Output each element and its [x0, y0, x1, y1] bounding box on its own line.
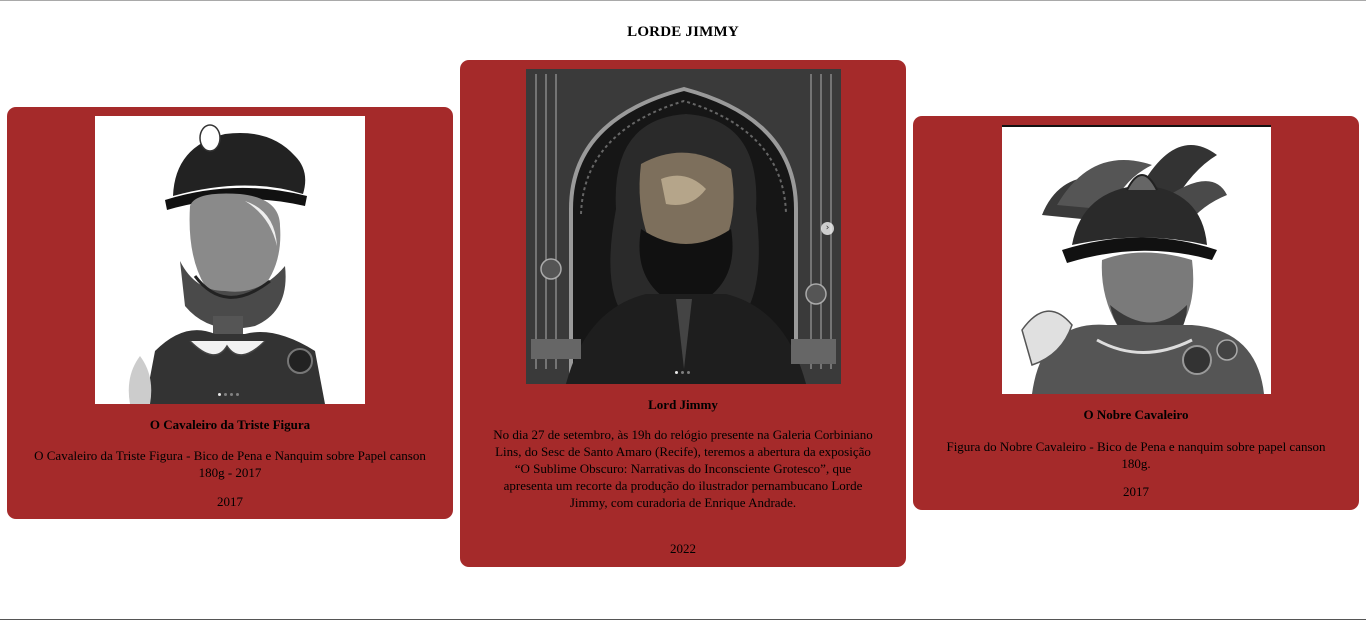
- carousel-dot[interactable]: [675, 371, 678, 374]
- card-year: 2017: [1123, 484, 1149, 499]
- card-year: 2022: [670, 541, 696, 556]
- card-description: Figura do Nobre Cavaleiro - Bico de Pena…: [946, 439, 1326, 471]
- carousel-next-button[interactable]: ›: [821, 222, 834, 235]
- card-description: No dia 27 de setembro, às 19h do relógio…: [493, 427, 873, 510]
- bearded-man-portrait-icon: [526, 69, 841, 384]
- carousel-dot[interactable]: [681, 371, 684, 374]
- carousel-indicators[interactable]: [218, 393, 239, 396]
- knight-sad-figure-icon: [95, 116, 365, 404]
- artwork-card: O Cavaleiro da Triste Figura O Cavaleiro…: [7, 107, 453, 519]
- card-year: 2017: [217, 494, 243, 509]
- card-title: O Cavaleiro da Triste Figura: [149, 417, 311, 432]
- page-title: LORDE JIMMY: [627, 24, 739, 40]
- artwork-card: O Nobre Cavaleiro Figura do Nobre Cavale…: [913, 116, 1359, 510]
- carousel-dot[interactable]: [687, 371, 690, 374]
- card-title: O Nobre Cavaleiro: [1083, 407, 1189, 422]
- artwork-card: › Lord Jimmy No dia 27 de setembro, às 1…: [460, 60, 906, 567]
- card-title: Lord Jimmy: [648, 397, 718, 412]
- noble-knight-plumed-helmet-icon: [1002, 125, 1271, 394]
- carousel-dot[interactable]: [230, 393, 233, 396]
- carousel-dot[interactable]: [236, 393, 239, 396]
- page: LORDE JIMMY O Cavaleiro da Triste Figura…: [0, 0, 1366, 620]
- artwork-image[interactable]: [95, 116, 365, 404]
- artwork-image[interactable]: [1002, 125, 1271, 394]
- card-description: O Cavaleiro da Triste Figura - Bico de P…: [34, 448, 426, 480]
- carousel-dot[interactable]: [218, 393, 221, 396]
- carousel-indicators[interactable]: [675, 371, 690, 374]
- artwork-image[interactable]: ›: [526, 69, 841, 384]
- carousel-dot[interactable]: [224, 393, 227, 396]
